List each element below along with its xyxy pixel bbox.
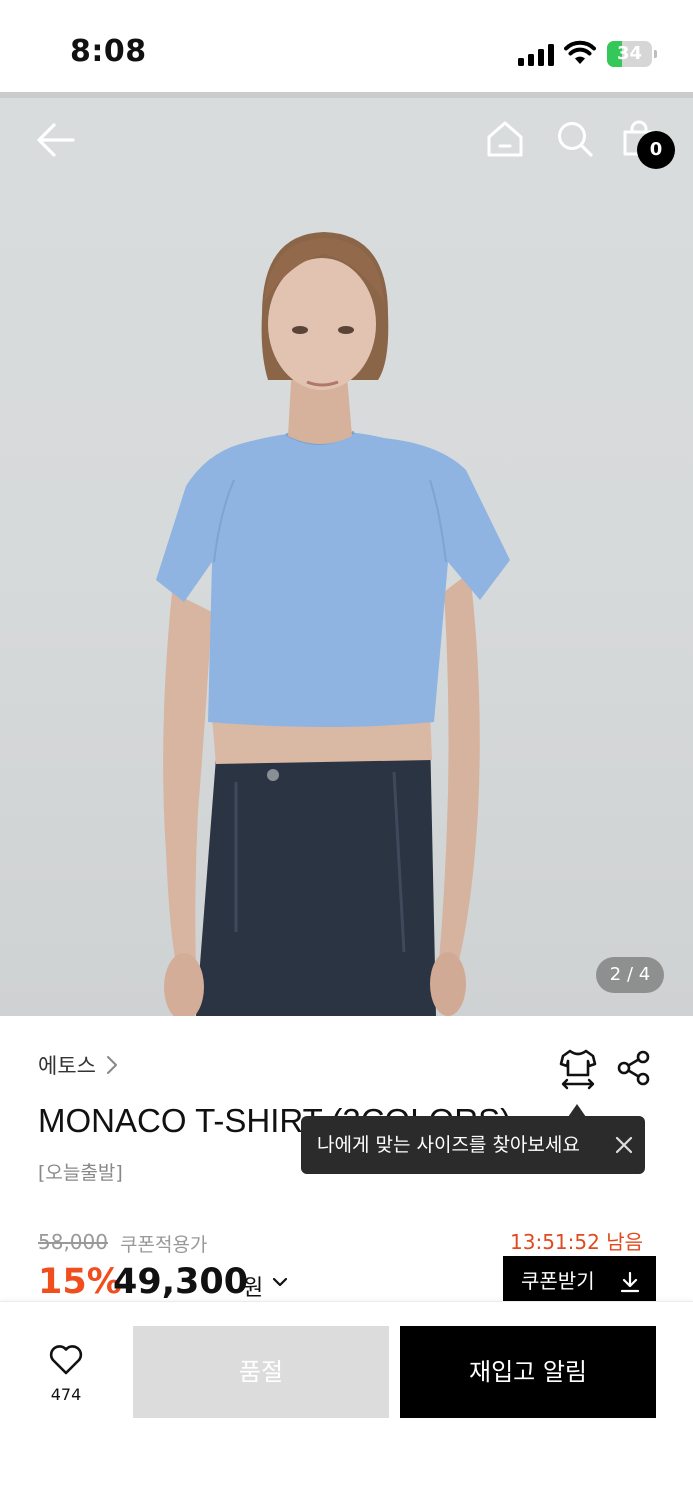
sale-price: 49,300 [113,1262,249,1302]
model-photo [156,232,510,1016]
chevron-right-icon [106,1056,117,1074]
get-coupon-button[interactable]: 쿠폰받기 [503,1256,656,1302]
cellular-signal-icon [518,44,554,66]
coupon-price-note: 쿠폰적용가 [120,1234,208,1256]
currency-unit: 원 [243,1276,264,1301]
coupon-button-label: 쿠폰받기 [521,1269,595,1293]
chevron-down-icon[interactable] [272,1276,288,1288]
search-icon[interactable] [556,120,594,158]
restock-alert-button[interactable]: 재입고 알림 [400,1326,656,1418]
status-time: 8:08 [70,34,147,69]
battery-icon: 34 [607,41,657,67]
shipping-tag: [오늘출발] [38,1162,123,1184]
cart-count-badge[interactable]: 0 [637,131,675,169]
brand-name: 에토스 [38,1054,96,1078]
heart-icon[interactable] [48,1344,84,1376]
wifi-icon [564,40,596,64]
home-icon[interactable] [486,120,524,158]
image-counter: 2 / 4 [596,957,664,993]
share-icon[interactable] [616,1050,652,1086]
brand-link[interactable]: 에토스 [38,1050,118,1080]
close-icon[interactable] [614,1135,634,1155]
sold-out-button: 품절 [133,1326,389,1418]
arrow-left-icon[interactable] [36,122,76,158]
sale-timer: 13:51:52 남음 [510,1230,643,1254]
product-image[interactable] [0,92,693,1016]
size-tooltip[interactable]: 나에게 맞는 사이즈를 찾아보세요 [301,1116,645,1174]
download-icon [620,1271,640,1293]
battery-level: 34 [616,43,643,64]
discount-rate: 15% [38,1262,122,1302]
tooltip-text: 나에게 맞는 사이즈를 찾아보세요 [317,1134,580,1156]
status-bar: 8:08 34 [0,0,693,92]
like-count: 474 [50,1385,82,1404]
original-price: 58,000 [38,1230,108,1254]
tshirt-size-icon[interactable] [558,1048,598,1090]
